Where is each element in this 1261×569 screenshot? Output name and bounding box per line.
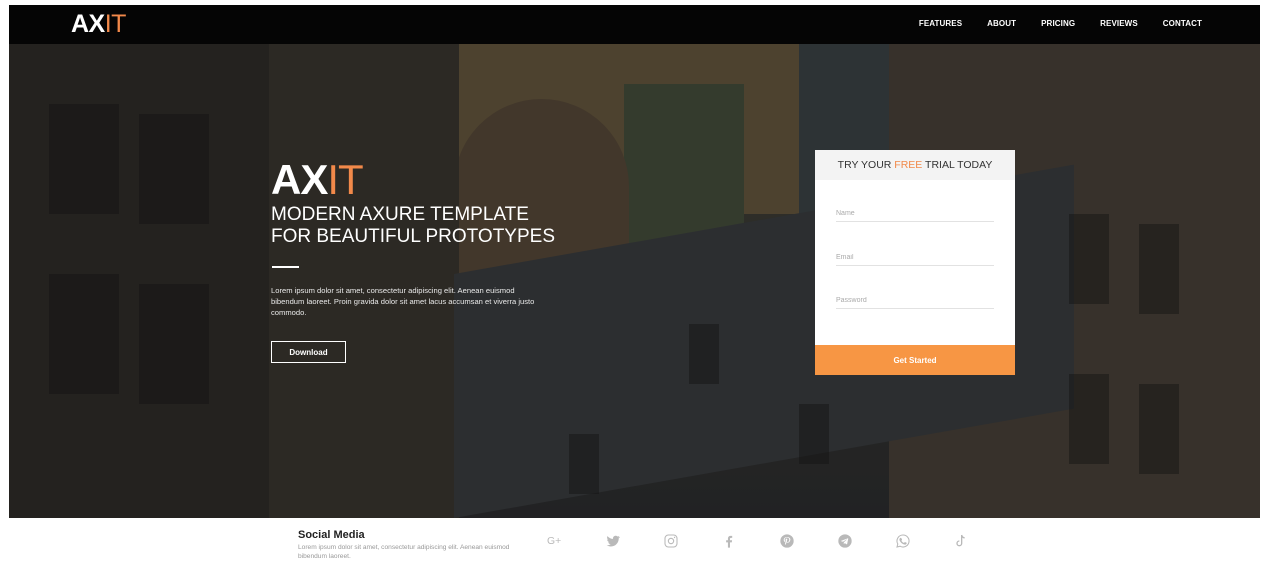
logo-part-ax: AX xyxy=(71,10,105,38)
nav-reviews[interactable]: REVIEWS xyxy=(1100,19,1138,28)
hero-divider xyxy=(272,266,299,268)
main-nav: FEATURES ABOUT PRICING REVIEWS CONTACT xyxy=(919,19,1202,28)
trial-form: TRY YOUR FREE TRIAL TODAY Get Started xyxy=(815,150,1015,375)
hero-title: MODERN AXURE TEMPLATE FOR BEAUTIFUL PROT… xyxy=(271,204,555,248)
get-started-button[interactable]: Get Started xyxy=(815,345,1015,375)
facebook-icon[interactable] xyxy=(720,532,738,550)
hero-title-line1: MODERN AXURE TEMPLATE xyxy=(271,204,529,225)
hero-logo-ax: AX xyxy=(271,156,328,203)
telegram-icon[interactable] xyxy=(836,532,854,550)
whatsapp-icon[interactable] xyxy=(894,532,912,550)
download-button[interactable]: Download xyxy=(271,341,346,363)
hero-overlay xyxy=(9,44,1260,518)
social-media-strip: Social Media Lorem ipsum dolor sit amet,… xyxy=(0,518,1261,569)
twitter-icon[interactable] xyxy=(604,532,622,550)
email-input[interactable] xyxy=(836,250,994,266)
social-title: Social Media xyxy=(298,529,365,541)
password-input[interactable] xyxy=(836,293,994,309)
trial-heading-post: TRIAL TODAY xyxy=(922,159,993,171)
instagram-icon[interactable] xyxy=(662,532,680,550)
hero-logo-it: IT xyxy=(327,156,363,203)
trial-form-heading: TRY YOUR FREE TRIAL TODAY xyxy=(815,150,1015,180)
name-input[interactable] xyxy=(836,206,994,222)
nav-features[interactable]: FEATURES xyxy=(919,19,962,28)
trial-heading-highlight: FREE xyxy=(894,159,923,171)
nav-contact[interactable]: CONTACT xyxy=(1163,19,1202,28)
nav-about[interactable]: ABOUT xyxy=(987,19,1016,28)
svg-text:G+: G+ xyxy=(547,536,561,547)
logo-part-it: IT xyxy=(104,10,127,38)
hero-section xyxy=(9,44,1260,518)
social-icons: G+ xyxy=(546,532,1010,550)
tiktok-icon[interactable] xyxy=(952,532,970,550)
google-plus-icon[interactable]: G+ xyxy=(546,532,564,550)
pinterest-icon[interactable] xyxy=(778,532,796,550)
hero-description: Lorem ipsum dolor sit amet, consectetur … xyxy=(271,286,535,317)
social-description: Lorem ipsum dolor sit amet, consectetur … xyxy=(298,544,510,560)
hero-title-line2: FOR BEAUTIFUL PROTOTYPES xyxy=(271,226,555,247)
trial-heading-pre: TRY YOUR xyxy=(837,159,895,171)
page-frame: AXIT FEATURES ABOUT PRICING REVIEWS CONT… xyxy=(9,5,1260,518)
hero-logo: AXIT xyxy=(271,156,364,203)
nav-pricing[interactable]: PRICING xyxy=(1041,19,1075,28)
top-navbar: AXIT FEATURES ABOUT PRICING REVIEWS CONT… xyxy=(9,5,1260,44)
brand-logo[interactable]: AXIT xyxy=(71,10,126,38)
